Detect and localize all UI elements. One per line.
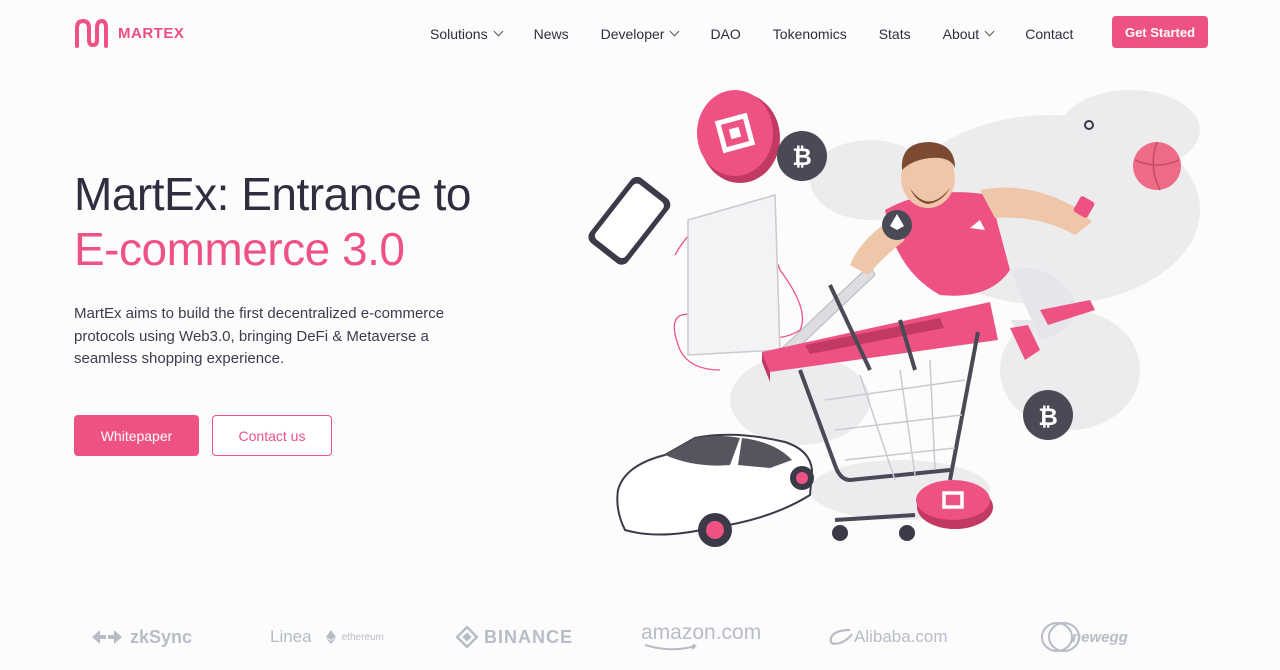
nav-label: Solutions: [430, 26, 488, 42]
chevron-down-icon: [493, 26, 504, 36]
nav-label: Contact: [1025, 26, 1074, 42]
nav-label: Developer: [600, 26, 665, 42]
ethereum-coin-icon: [882, 210, 912, 240]
partner-linea[interactable]: Linea ethereum: [270, 615, 384, 659]
svg-text:₿: ₿: [1038, 404, 1058, 431]
contact-us-button[interactable]: Contact us: [212, 415, 332, 456]
nav-item-developer[interactable]: Developer: [600, 26, 680, 42]
hero-description: MartEx aims to build the first decentral…: [74, 305, 445, 367]
nav-item-solutions[interactable]: Solutions: [430, 26, 504, 42]
amazon-smile-icon: [644, 644, 697, 651]
martex-logo-icon: [75, 18, 108, 48]
nav-item-about[interactable]: About: [942, 26, 995, 42]
ball-icon: [1133, 141, 1181, 191]
nav-item-news[interactable]: News: [534, 26, 569, 42]
nav-label: DAO: [710, 26, 741, 42]
partner-name: newegg: [1072, 628, 1128, 646]
nav-item-contact[interactable]: Contact: [1025, 26, 1073, 42]
binance-coin-bottom-icon: [916, 480, 993, 529]
svg-text:₿: ₿: [792, 144, 812, 171]
brand-name: MARTEX: [118, 24, 185, 42]
chevron-down-icon: [984, 26, 995, 36]
nav-item-dao[interactable]: DAO: [710, 26, 740, 42]
nav-label: News: [533, 26, 569, 42]
top-navigation: MARTEX Solutions News Developer DAO Toke…: [0, 0, 1280, 66]
hero-illustration: ₿ ₿: [588, 90, 1200, 547]
partner-binance[interactable]: BINANCE: [456, 615, 573, 659]
phone-icon: [588, 176, 671, 265]
bitcoin-coin-right-icon: ₿: [1023, 390, 1073, 440]
whitepaper-button[interactable]: Whitepaper: [74, 415, 199, 456]
partner-name: Linea: [270, 627, 312, 646]
brand-logo[interactable]: MARTEX: [74, 18, 184, 48]
partner-name: BINANCE: [484, 626, 574, 647]
partner-logos: zkSync Linea ethereum BINANCE amazon.com…: [0, 615, 1280, 660]
main-menu: Solutions News Developer DAO Tokenomics …: [430, 24, 1073, 44]
nav-item-tokenomics[interactable]: Tokenomics: [773, 26, 847, 42]
partner-name: Alibaba.com: [854, 627, 948, 646]
alibaba-icon: [829, 628, 853, 645]
hero-title-line1: MartEx: Entrance to: [74, 168, 472, 220]
ethereum-icon: [325, 630, 336, 644]
nav-label: Stats: [878, 26, 911, 42]
hero-title-line2: E-commerce 3.0: [74, 223, 405, 275]
binance-coin-icon: [697, 90, 780, 183]
partner-amazon[interactable]: amazon.com: [641, 615, 761, 659]
get-started-button[interactable]: Get Started: [1112, 16, 1208, 48]
partner-alibaba[interactable]: Alibaba.com: [828, 615, 948, 659]
chevron-down-icon: [669, 26, 680, 36]
bitcoin-coin-icon: ₿: [777, 131, 827, 181]
nav-label: About: [942, 26, 980, 42]
partner-newegg[interactable]: newegg: [1040, 615, 1128, 659]
zksync-arrows-icon: [92, 630, 122, 644]
partner-zksync[interactable]: zkSync: [90, 615, 192, 659]
binance-diamond-icon: [456, 626, 478, 648]
partner-name: amazon.com: [641, 621, 762, 644]
nav-label: Tokenomics: [772, 26, 847, 42]
nav-item-stats[interactable]: Stats: [879, 26, 911, 42]
partner-sub: ethereum: [341, 631, 384, 643]
car-icon: [616, 433, 814, 547]
partner-name: zkSync: [130, 626, 193, 647]
